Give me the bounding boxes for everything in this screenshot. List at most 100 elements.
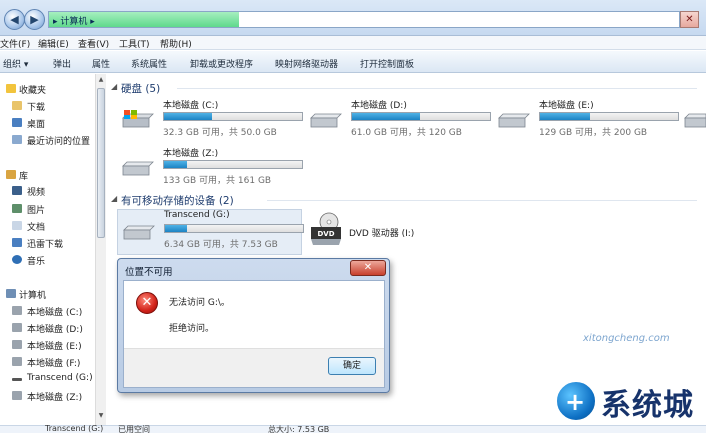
nav-item-downloads[interactable]: 下载	[0, 99, 95, 113]
error-dialog: 位置不可用 ✕ ✕ 无法访问 G:\。 拒绝访问。 确定	[117, 258, 390, 393]
nav-label: 桌面	[27, 120, 46, 130]
drive-icon	[12, 340, 22, 349]
collapse-icon[interactable]: ◢	[111, 82, 117, 91]
dialog-message-detail: 拒绝访问。	[169, 324, 215, 334]
section-removable[interactable]: 有可移动存储的设备 (2)	[121, 193, 234, 208]
nav-scrollbar[interactable]: ▲ ▼	[95, 74, 106, 433]
collapse-icon[interactable]: ◢	[111, 194, 117, 203]
nav-label: 视频	[27, 188, 46, 198]
nav-label: 本地磁盘 (F:)	[27, 359, 81, 369]
drive-tile-g[interactable]: Transcend (G:) 6.34 GB 可用，共 7.53 GB	[117, 209, 304, 255]
desktop-icon	[12, 118, 22, 127]
dialog-close-button[interactable]: ✕	[350, 260, 386, 276]
drive-tile-z[interactable]: 本地磁盘 (Z:) 133 GB 可用，共 161 GB	[117, 146, 303, 190]
nav-label: 本地磁盘 (E:)	[27, 342, 82, 352]
section-hard-disks[interactable]: 硬盘 (5)	[121, 81, 160, 96]
drive-name: DVD 驱动器 (I:)	[349, 229, 415, 239]
scroll-thumb[interactable]	[97, 88, 105, 238]
drive-usage-fill	[165, 225, 188, 232]
menu-tools[interactable]: 工具(T)	[119, 37, 150, 50]
drive-name: 本地磁盘 (E:)	[539, 101, 594, 111]
drive-space-info: 61.0 GB 可用，共 120 GB	[351, 128, 462, 138]
title-bar: ◀ ▶ ▸ 计算机 ▸ ▼ ✕	[0, 0, 706, 36]
nav-label: 本地磁盘 (C:)	[27, 308, 83, 318]
drive-usage-bar	[163, 112, 303, 121]
menu-view[interactable]: 查看(V)	[78, 37, 109, 50]
close-icon[interactable]: ✕	[680, 11, 699, 28]
nav-item-drive-d[interactable]: 本地磁盘 (D:)	[0, 321, 95, 335]
drive-name: 本地磁盘 (D:)	[351, 101, 407, 111]
address-bar[interactable]: ▸ 计算机 ▸ ▼	[48, 11, 680, 28]
system-properties-button[interactable]: 系统属性	[131, 57, 167, 70]
details-drive-name: Transcend (G:)	[45, 424, 104, 433]
drive-usage-fill	[352, 113, 420, 120]
command-bar: 组织 ▾ 弹出 属性 系统属性 卸载或更改程序 映射网络驱动器 打开控制面板	[0, 51, 706, 73]
nav-label: 最近访问的位置	[27, 137, 91, 147]
ok-button[interactable]: 确定	[328, 357, 376, 375]
forward-button[interactable]: ▶	[24, 9, 45, 30]
nav-item-music[interactable]: 音乐	[0, 253, 95, 267]
document-icon	[12, 221, 22, 230]
drive-usage-bar	[163, 160, 303, 169]
menu-help[interactable]: 帮助(H)	[160, 37, 192, 50]
nav-item-documents[interactable]: 文档	[0, 219, 95, 233]
drive-space-info: 6.34 GB 可用，共 7.53 GB	[164, 240, 278, 250]
scroll-up-icon[interactable]: ▲	[97, 76, 105, 85]
watermark-brand: 系统城	[601, 388, 694, 423]
back-button[interactable]: ◀	[4, 9, 25, 30]
nav-item-drive-z[interactable]: 本地磁盘 (Z:)	[0, 389, 95, 403]
navigation-pane: 收藏夹 下载 桌面 最近访问的位置 库 视频 图片 文档 迅雷下载 音乐 计算机	[0, 74, 95, 433]
nav-item-drive-g[interactable]: Transcend (G:)	[0, 372, 95, 386]
nav-label: 计算机	[19, 291, 47, 301]
nav-item-recent[interactable]: 最近访问的位置	[0, 133, 95, 147]
nav-item-pictures[interactable]: 图片	[0, 202, 95, 216]
drive-name: 本地磁盘 (C:)	[163, 101, 219, 111]
nav-item-drive-f[interactable]: 本地磁盘 (F:)	[0, 355, 95, 369]
details-total: 总大小: 7.53 GB	[268, 425, 330, 433]
uninstall-program-button[interactable]: 卸载或更改程序	[190, 57, 253, 70]
nav-item-desktop[interactable]: 桌面	[0, 116, 95, 130]
nav-label: 图片	[27, 206, 46, 216]
nav-item-drive-c[interactable]: 本地磁盘 (C:)	[0, 304, 95, 318]
drive-icon	[12, 357, 22, 366]
nav-libraries[interactable]: 库	[0, 168, 95, 182]
scroll-down-icon[interactable]: ▼	[97, 412, 105, 421]
drive-usage-fill	[164, 161, 188, 168]
computer-icon	[6, 289, 16, 298]
drive-tile-c[interactable]: 本地磁盘 (C:) 32.3 GB 可用，共 50.0 GB	[117, 98, 303, 142]
nav-item-videos[interactable]: 视频	[0, 184, 95, 198]
nav-label: 文档	[27, 223, 46, 233]
nav-item-thunder-downloads[interactable]: 迅雷下载	[0, 236, 95, 250]
removable-drive-icon	[123, 225, 155, 240]
drive-space-info: 129 GB 可用，共 200 GB	[539, 128, 648, 138]
drive-icon	[12, 323, 22, 332]
music-icon	[12, 255, 22, 264]
nav-item-drive-e[interactable]: 本地磁盘 (E:)	[0, 338, 95, 352]
nav-label: Transcend (G:)	[27, 373, 93, 383]
dialog-body: ✕ 无法访问 G:\。 拒绝访问。 确定	[123, 280, 385, 388]
nav-label: 库	[19, 172, 29, 182]
dialog-footer: 确定	[124, 348, 384, 387]
video-icon	[12, 186, 22, 195]
open-control-panel-button[interactable]: 打开控制面板	[360, 57, 414, 70]
properties-button[interactable]: 属性	[92, 57, 110, 70]
organize-button[interactable]: 组织 ▾	[3, 57, 28, 70]
section-divider	[267, 200, 697, 201]
menu-file[interactable]: 文件(F)	[0, 37, 30, 50]
nav-label: 本地磁盘 (Z:)	[27, 393, 83, 403]
windows-drive-icon	[122, 110, 154, 128]
address-path: ▸ 计算机 ▸	[53, 17, 95, 27]
menu-edit[interactable]: 编辑(E)	[38, 37, 69, 50]
star-icon	[6, 84, 16, 93]
nav-computer[interactable]: 计算机	[0, 287, 95, 301]
nav-favorites[interactable]: 收藏夹	[0, 82, 95, 96]
drive-tile-e[interactable]: 本地磁盘 (E:) 129 GB 可用，共 200 GB	[493, 98, 679, 142]
drive-icon-partial[interactable]	[683, 110, 706, 130]
watermark-site: xitongcheng.com	[583, 333, 670, 344]
dvd-drive-tile[interactable]: DVD DVD 驱动器 (I:)	[307, 212, 457, 256]
downloads-folder-icon	[12, 101, 22, 110]
drive-usage-bar	[164, 224, 304, 233]
eject-button[interactable]: 弹出	[53, 57, 71, 70]
map-network-drive-button[interactable]: 映射网络驱动器	[275, 57, 338, 70]
drive-tile-d[interactable]: 本地磁盘 (D:) 61.0 GB 可用，共 120 GB	[305, 98, 491, 142]
